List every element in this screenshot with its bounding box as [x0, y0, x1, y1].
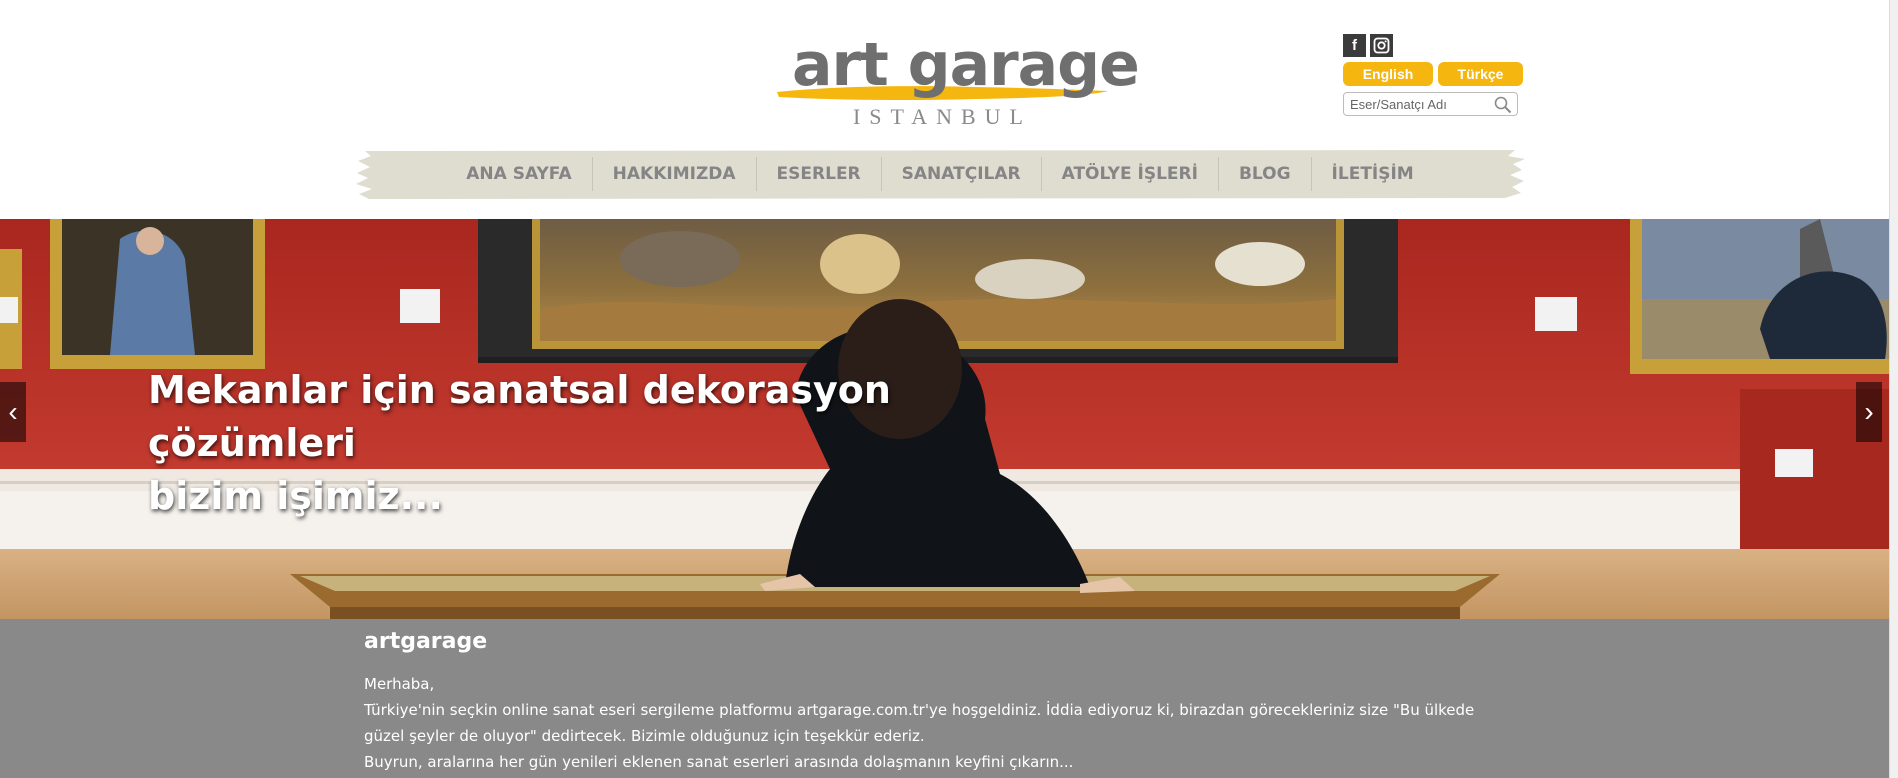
- nav-item-artists[interactable]: SANATÇILAR: [880, 157, 1041, 191]
- nav-item-workshop[interactable]: ATÖLYE İŞLERİ: [1040, 157, 1218, 191]
- main-navigation: ANA SAYFA HAKKIMIZDA ESERLER SANATÇILAR …: [355, 148, 1525, 200]
- chevron-right-icon: ›: [1864, 396, 1874, 427]
- nav-item-contact[interactable]: İLETİŞİM: [1310, 157, 1434, 191]
- search-box: [1343, 92, 1518, 116]
- site-logo[interactable]: art garage ISTANBUL: [775, 30, 1140, 130]
- slider-prev-button[interactable]: ‹: [0, 382, 26, 442]
- nav-items: ANA SAYFA HAKKIMIZDA ESERLER SANATÇILAR …: [355, 148, 1525, 200]
- facebook-icon[interactable]: f: [1343, 34, 1366, 57]
- chevron-left-icon: ‹: [8, 396, 18, 427]
- intro-paragraph: Türkiye'nin seçkin online sanat eseri se…: [364, 701, 1475, 745]
- intro-section: artgarage Merhaba, Türkiye'nin seçkin on…: [0, 619, 1890, 778]
- search-icon[interactable]: [1493, 95, 1513, 115]
- nav-item-about[interactable]: HAKKIMIZDA: [591, 157, 756, 191]
- search-input[interactable]: [1350, 95, 1490, 113]
- social-links: f: [1343, 34, 1393, 57]
- hero-caption: Mekanlar için sanatsal dekorasyon çözüml…: [148, 364, 1048, 523]
- language-switcher: English Türkçe: [1343, 62, 1523, 86]
- turkish-button[interactable]: Türkçe: [1438, 62, 1523, 86]
- intro-paragraph: Buyrun, aralarına her gün yenileri eklen…: [364, 753, 1074, 771]
- english-button[interactable]: English: [1343, 62, 1433, 86]
- nav-item-home[interactable]: ANA SAYFA: [446, 157, 591, 191]
- intro-paragraph: Merhaba,: [364, 675, 435, 693]
- hero-caption-line-1: Mekanlar için sanatsal dekorasyon çözüml…: [148, 368, 891, 465]
- intro-body: Merhaba, Türkiye'nin seçkin online sanat…: [364, 671, 1514, 775]
- logo-subtitle: ISTANBUL: [852, 104, 1032, 129]
- page-scrollbar[interactable]: [1889, 0, 1898, 778]
- intro-title: artgarage: [364, 629, 488, 654]
- nav-item-artworks[interactable]: ESERLER: [755, 157, 881, 191]
- instagram-icon[interactable]: [1370, 34, 1393, 57]
- hero-slider: Mekanlar için sanatsal dekorasyon çözüml…: [0, 219, 1890, 619]
- logo-wordmark: art garage: [792, 30, 1140, 100]
- slider-next-button[interactable]: ›: [1856, 382, 1882, 442]
- hero-caption-line-2: bizim işimiz...: [148, 474, 443, 518]
- nav-item-blog[interactable]: BLOG: [1217, 157, 1311, 191]
